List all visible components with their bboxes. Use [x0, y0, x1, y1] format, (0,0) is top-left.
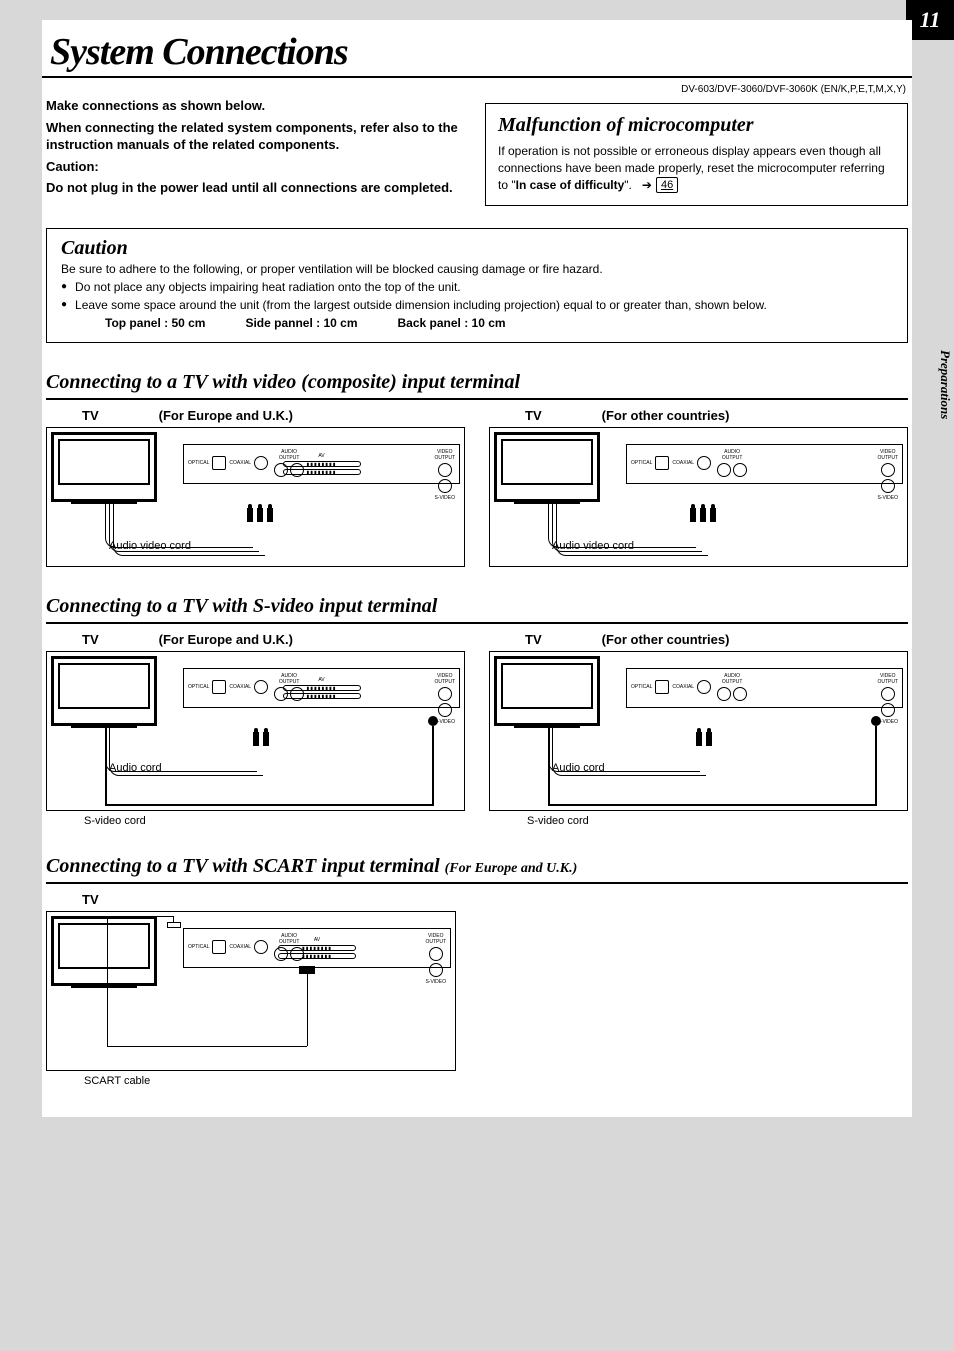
malfunction-box: Malfunction of microcomputer If operatio… — [485, 103, 908, 206]
spacing-back: Back panel : 10 cm — [398, 314, 506, 332]
section-composite-title: Connecting to a TV with video (composite… — [46, 371, 908, 400]
diagram-box: OPTICAL COAXIAL AUDIOOUTPUT AV ▮▮▮▮▮▮▮▮ … — [46, 911, 456, 1071]
tv-base — [71, 982, 137, 988]
tv-label: TV — [82, 892, 99, 907]
caution-box-title: Caution — [61, 237, 893, 260]
page-title: System Connections — [50, 31, 348, 73]
arrow-icon: ➔ — [642, 177, 652, 194]
spacing-side: Side pannel : 10 cm — [245, 314, 357, 332]
diagram-box: OPTICAL COAXIAL AUDIOOUTPUT VIDEOOUTPUT … — [489, 651, 908, 811]
scart-title-sub: (For Europe and U.K.) — [445, 861, 578, 876]
spacing-row: Top panel : 50 cm Side pannel : 10 cm Ba… — [61, 314, 893, 332]
tv-icon — [51, 916, 157, 986]
section-scart: Connecting to a TV with SCART input term… — [46, 855, 908, 1087]
region-other-label: (For other countries) — [602, 632, 730, 647]
section-svideo-title: Connecting to a TV with S-video input te… — [46, 595, 908, 624]
section-scart-title: Connecting to a TV with SCART input term… — [46, 855, 908, 884]
intro-line-2: When connecting the related system compo… — [46, 119, 469, 154]
composite-diagram-eu: TV (For Europe and U.K.) OPTICAL COAXIAL… — [46, 408, 465, 567]
caution-label: Caution: — [46, 158, 469, 176]
cord-label: Audio video cord — [109, 540, 191, 552]
bullet-icon: ● — [61, 278, 67, 296]
tv-icon — [51, 432, 157, 502]
page-number: 11 — [906, 0, 954, 40]
svideo-diagram-other: TV (For other countries) OPTICAL COAXIAL… — [489, 632, 908, 827]
section-composite: Connecting to a TV with video (composite… — [46, 371, 908, 567]
rear-panel-icon: OPTICAL COAXIAL AUDIOOUTPUT VIDEOOUTPUT … — [626, 668, 903, 708]
scart-cable-label: SCART cable — [84, 1075, 456, 1087]
tv-label: TV — [82, 632, 99, 647]
title-row: System Connections — [42, 30, 912, 78]
intro-line-1: Make connections as shown below. — [46, 97, 469, 115]
rear-panel-icon: OPTICAL COAXIAL AUDIOOUTPUT AV ▮▮▮▮▮▮▮▮ … — [183, 444, 460, 484]
spacing-top: Top panel : 50 cm — [105, 314, 205, 332]
model-identifier: DV-603/DVF-3060/DVF-3060K (EN/K,P,E,T,M,… — [42, 84, 906, 95]
caution-bullet-2: ● Leave some space around the unit (from… — [61, 296, 893, 314]
tv-label: TV — [82, 408, 99, 423]
tv-icon — [51, 656, 157, 726]
cord-label: Audio video cord — [552, 540, 634, 552]
region-other-label: (For other countries) — [602, 408, 730, 423]
bullet-1-text: Do not place any objects impairing heat … — [75, 278, 461, 296]
page-ref-number: 46 — [656, 177, 678, 193]
rear-panel-icon: OPTICAL COAXIAL AUDIOOUTPUT AV ▮▮▮▮▮▮▮▮ … — [183, 668, 460, 708]
scart-title-main: Connecting to a TV with SCART input term… — [46, 855, 440, 877]
caution-box: Caution Be sure to adhere to the followi… — [46, 228, 908, 343]
composite-diagram-other: TV (For other countries) OPTICAL COAXIAL… — [489, 408, 908, 567]
side-tab-preparations: Preparations — [936, 330, 954, 440]
tv-icon — [494, 656, 600, 726]
region-eu-label: (For Europe and U.K.) — [159, 408, 293, 423]
malfunction-body-post: ". — [624, 178, 632, 192]
tv-label: TV — [525, 632, 542, 647]
svideo-diagram-eu: TV (For Europe and U.K.) OPTICAL COAXIAL… — [46, 632, 465, 827]
section-svideo: Connecting to a TV with S-video input te… — [46, 595, 908, 827]
diagram-box: OPTICAL COAXIAL AUDIOOUTPUT AV ▮▮▮▮▮▮▮▮ … — [46, 427, 465, 567]
rear-panel-icon: OPTICAL COAXIAL AUDIOOUTPUT AV ▮▮▮▮▮▮▮▮ … — [183, 928, 451, 968]
tv-label: TV — [525, 408, 542, 423]
caution-bullet-1: ● Do not place any objects impairing hea… — [61, 278, 893, 296]
malfunction-body: If operation is not possible or erroneou… — [498, 143, 895, 193]
caution-text: Do not plug in the power lead until all … — [46, 179, 469, 197]
malfunction-title: Malfunction of microcomputer — [498, 114, 895, 137]
audio-cord-label: Audio cord — [109, 762, 162, 774]
bullet-2-text: Leave some space around the unit (from t… — [75, 296, 767, 314]
svideo-cord-label: S-video cord — [527, 815, 908, 827]
intro-text: Make connections as shown below. When co… — [46, 97, 469, 197]
diagram-box: OPTICAL COAXIAL AUDIOOUTPUT VIDEOOUTPUT … — [489, 427, 908, 567]
diagram-box: OPTICAL COAXIAL AUDIOOUTPUT AV ▮▮▮▮▮▮▮▮ … — [46, 651, 465, 811]
caution-lead: Be sure to adhere to the following, or p… — [61, 260, 893, 278]
tv-icon — [494, 432, 600, 502]
malfunction-body-bold: In case of difficulty — [516, 178, 625, 192]
bullet-icon: ● — [61, 296, 67, 314]
svideo-cord-label: S-video cord — [84, 815, 465, 827]
scart-diagram: TV OPTICAL COAXIAL AUDIOOUTPUT — [46, 892, 456, 1087]
region-eu-label: (For Europe and U.K.) — [159, 632, 293, 647]
rear-panel-icon: OPTICAL COAXIAL AUDIOOUTPUT VIDEOOUTPUT … — [626, 444, 903, 484]
audio-cord-label: Audio cord — [552, 762, 605, 774]
page-reference: ➔ 46 — [642, 177, 678, 194]
